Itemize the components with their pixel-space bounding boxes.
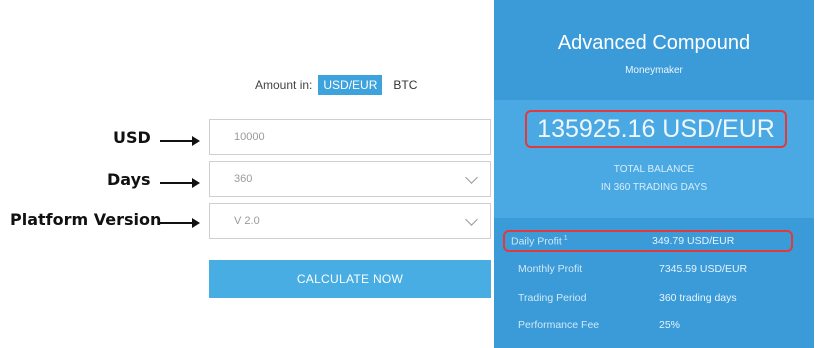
total-balance-value: 135925.16 USD/EUR (525, 110, 787, 148)
panel-subtitle: Moneymaker (625, 65, 683, 76)
amount-label: Amount in: (255, 78, 313, 92)
footnote-marker: 1 (563, 234, 568, 242)
annotation-days: Days (107, 170, 151, 189)
daily-profit-row: Daily Profit 1 349.79 USD/EUR (503, 230, 793, 252)
panel-title: Advanced Compound (557, 32, 751, 54)
trading-days-label: IN 360 TRADING DAYS (600, 182, 708, 193)
monthly-profit-value: 7345.59 USD/EUR (659, 263, 748, 275)
performance-fee-row: Performance Fee 25% (512, 314, 802, 336)
trading-period-row: Trading Period 360 trading days (512, 287, 802, 309)
arrow-icon (160, 178, 200, 188)
chevron-down-icon (465, 213, 478, 226)
trading-period-label: Trading Period (518, 292, 587, 304)
performance-fee-value: 25% (659, 319, 681, 331)
calculate-now-button[interactable]: CALCULATE NOW (209, 260, 491, 298)
monthly-profit-label: Monthly Profit (518, 263, 583, 275)
amount-toggle: Amount in: USD/EUR BTC (255, 73, 422, 97)
days-value: 360 (234, 173, 253, 185)
daily-profit-label: Daily Profit 1 (511, 234, 568, 248)
trading-period-value: 360 trading days (659, 292, 737, 304)
chevron-down-icon (465, 171, 478, 184)
currency-option-usd-eur[interactable]: USD/EUR (318, 75, 383, 95)
results-panel: Advanced Compound Moneymaker 135925.16 U… (494, 0, 814, 348)
arrow-icon (160, 218, 200, 228)
annotation-usd: USD (113, 128, 151, 147)
daily-profit-value: 349.79 USD/EUR (652, 235, 735, 247)
annotation-platform-version: Platform Version (10, 210, 162, 229)
total-balance-label: TOTAL BALANCE (613, 164, 695, 175)
usd-amount-input[interactable]: 10000 (209, 119, 491, 155)
platform-version-value: V 2.0 (234, 215, 260, 227)
currency-option-btc[interactable]: BTC (388, 75, 422, 95)
days-select[interactable]: 360 (209, 161, 491, 197)
monthly-profit-row: Monthly Profit 7345.59 USD/EUR (512, 258, 802, 280)
usd-amount-value: 10000 (234, 131, 265, 143)
arrow-icon (160, 136, 200, 146)
platform-version-select[interactable]: V 2.0 (209, 203, 491, 239)
performance-fee-label: Performance Fee (518, 319, 600, 331)
